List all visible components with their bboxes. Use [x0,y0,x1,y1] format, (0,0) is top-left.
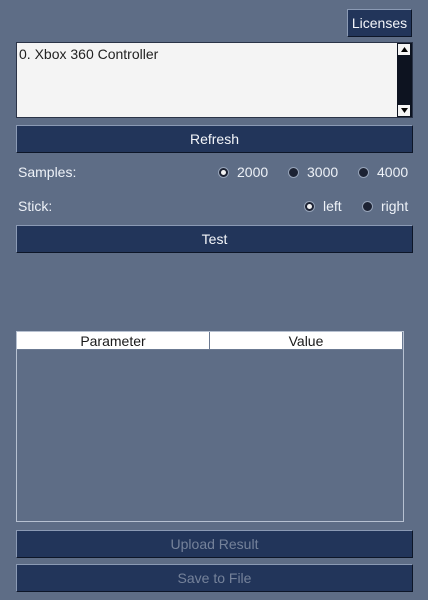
device-listbox[interactable]: 0. Xbox 360 Controller [16,42,413,118]
column-header-value[interactable]: Value [210,332,403,350]
radio-label: 4000 [377,164,409,180]
triangle-down-icon [400,108,408,113]
scroll-down-button[interactable] [398,105,410,116]
radio-label: 2000 [237,164,269,180]
scroll-up-button[interactable] [398,44,410,55]
vertical-scrollbar[interactable] [397,43,412,117]
samples-label: Samples: [18,164,77,180]
table-header: Parameter Value [17,332,403,350]
radio-label: right [381,198,409,214]
radio-indicator [358,166,369,178]
radio-label: left [323,198,342,214]
licenses-button[interactable]: Licenses [347,9,412,37]
results-table[interactable]: Parameter Value [16,331,404,522]
upload-result-button[interactable]: Upload Result [16,530,413,558]
samples-radio-4000[interactable]: 4000 [358,164,408,180]
stick-radio-left[interactable]: left [304,198,342,214]
list-item[interactable]: 0. Xbox 360 Controller [19,46,158,62]
refresh-button[interactable]: Refresh [16,125,413,153]
radio-selected-indicator [218,166,229,178]
stick-radio-right[interactable]: right [362,198,408,214]
samples-radio-3000[interactable]: 3000 [288,164,338,180]
column-header-parameter[interactable]: Parameter [17,332,210,350]
radio-selected-indicator [304,200,315,212]
triangle-up-icon [400,47,408,52]
save-to-file-button[interactable]: Save to File [16,564,413,592]
radio-indicator [288,166,299,178]
radio-indicator [362,200,373,212]
radio-label: 3000 [307,164,339,180]
samples-radio-2000[interactable]: 2000 [218,164,268,180]
stick-label: Stick: [18,198,53,214]
test-button[interactable]: Test [16,225,413,253]
